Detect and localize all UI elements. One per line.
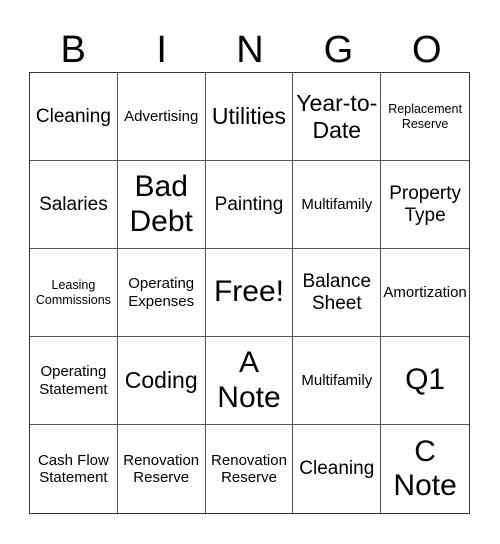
header-letter-g: G <box>323 29 354 71</box>
bingo-cell[interactable]: Cleaning <box>30 73 118 161</box>
header-letter-n: N <box>236 29 264 71</box>
bingo-cell[interactable]: Operating Expenses <box>117 249 206 337</box>
bingo-cell[interactable]: Operating Statement <box>30 337 118 425</box>
header-letter-b: B <box>60 29 86 71</box>
bingo-cell[interactable]: Year-to-Date <box>293 73 382 161</box>
bingo-grid: Cleaning Advertising Utilities Year-to-Date… <box>29 72 470 514</box>
bingo-cell[interactable]: Q1 <box>381 337 469 425</box>
bingo-cell[interactable]: Utilities <box>205 73 294 161</box>
bingo-cell[interactable]: Balance Sheet <box>293 249 382 337</box>
bingo-cell[interactable]: Advertising <box>117 73 206 161</box>
bingo-cell[interactable]: Property Type <box>381 161 469 249</box>
bingo-cell[interactable]: Cleaning <box>293 425 382 513</box>
bingo-cell[interactable]: Multifamily <box>293 161 382 249</box>
header-letter-i: I <box>156 29 167 71</box>
bingo-cell[interactable]: Renovation Reserve <box>118 425 206 513</box>
bingo-cell[interactable]: Replacement Reserve <box>381 73 469 161</box>
bingo-cell[interactable]: Bad Debt <box>117 161 206 249</box>
header-letter-o: O <box>412 29 442 71</box>
bingo-cell[interactable]: Multifamily <box>293 337 382 425</box>
bingo-cell[interactable]: Free! <box>205 249 294 337</box>
bingo-cell[interactable]: Renovation Reserve <box>206 425 294 513</box>
bingo-cell[interactable]: C Note <box>381 425 469 513</box>
bingo-cell[interactable]: Cash Flow Statement <box>30 425 118 513</box>
bingo-cell[interactable]: Painting <box>205 161 294 249</box>
bingo-cell[interactable]: Amortization <box>381 249 469 337</box>
bingo-header: B I N G O <box>29 28 471 72</box>
bingo-cell[interactable]: A Note <box>205 337 294 425</box>
bingo-cell[interactable]: Salaries <box>30 161 118 249</box>
bingo-cell[interactable]: Leasing Commissions <box>30 249 118 337</box>
bingo-cell[interactable]: Coding <box>117 337 206 425</box>
